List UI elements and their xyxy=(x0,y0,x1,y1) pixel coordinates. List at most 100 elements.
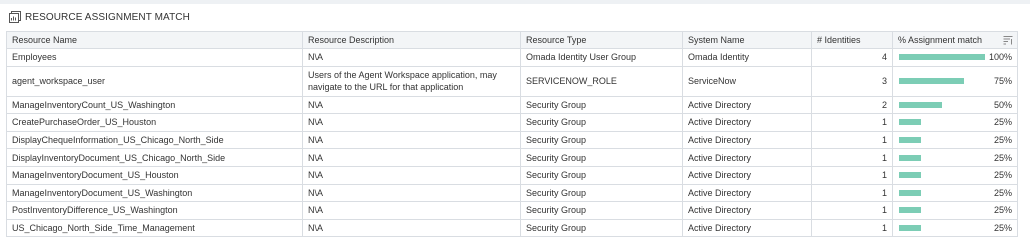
table-row[interactable]: ManageInventoryDocument_US_Houston N\A Sec… xyxy=(6,165,1018,185)
system-name-cell: Active Directory xyxy=(682,201,812,220)
system-name-cell: Active Directory xyxy=(682,165,812,185)
match-progress-bar xyxy=(899,172,985,179)
resource-name-cell: US_Chicago_North_Side_Time_Management xyxy=(6,218,303,238)
resource-name-cell: ManageInventoryDocument_US_Houston xyxy=(6,165,303,185)
report-icon xyxy=(9,11,21,23)
match-percent-label: 25% xyxy=(993,135,1012,146)
match-progress-fill xyxy=(899,137,921,144)
resource-description-cell: N\A xyxy=(302,201,521,220)
table-row[interactable]: ManageInventoryCount_US_Washington N\A Sec… xyxy=(6,95,1018,115)
resource-type-cell: Security Group xyxy=(520,113,683,132)
resource-description-cell: N\A xyxy=(302,218,521,238)
assignment-match-cell: 25% xyxy=(892,148,1018,167)
assignment-match-cell: 50% xyxy=(892,95,1018,115)
match-progress-bar xyxy=(899,78,985,85)
system-name-cell: Active Directory xyxy=(682,148,812,167)
match-percent-label: 75% xyxy=(993,76,1012,87)
resource-type-cell: Security Group xyxy=(520,201,683,220)
match-percent-label: 25% xyxy=(993,117,1012,128)
table-row[interactable]: CreatePurchaseOrder_US_Houston N\A Securit… xyxy=(6,113,1018,132)
resource-type-cell: Omada Identity User Group xyxy=(520,48,683,67)
identities-cell: 1 xyxy=(811,113,893,132)
table-row[interactable]: Employees N\A Omada Identity User Group Oma… xyxy=(6,48,1018,67)
match-percent-label: 50% xyxy=(993,99,1012,110)
resource-assignment-table: Resource Name Resource Description Resou… xyxy=(6,31,1018,238)
assignment-match-cell: 25% xyxy=(892,183,1018,203)
resource-name-cell: agent_workspace_user xyxy=(6,65,303,97)
system-name-cell: Active Directory xyxy=(682,130,812,150)
resource-name-cell: DisplayInventoryDocument_US_Chicago_Nort… xyxy=(6,148,303,167)
match-progress-fill xyxy=(899,54,985,61)
match-progress-fill xyxy=(899,101,942,108)
table-row[interactable]: DisplayInventoryDocument_US_Chicago_Nort… xyxy=(6,148,1018,167)
column-header-identities[interactable]: # Identities xyxy=(811,31,893,49)
resource-description-cell: Users of the Agent Workspace application… xyxy=(302,65,521,97)
resource-description-cell: N\A xyxy=(302,183,521,203)
system-name-cell: Active Directory xyxy=(682,183,812,203)
resource-description-cell: N\A xyxy=(302,113,521,132)
assignment-match-cell: 25% xyxy=(892,165,1018,185)
column-header-resource-description[interactable]: Resource Description xyxy=(302,31,521,49)
resource-name-cell: Employees xyxy=(6,48,303,67)
match-progress-bar xyxy=(899,119,985,126)
match-progress-fill xyxy=(899,189,921,196)
resource-description-cell: N\A xyxy=(302,48,521,67)
assignment-match-cell: 25% xyxy=(892,218,1018,238)
column-header-resource-name[interactable]: Resource Name xyxy=(6,31,303,49)
resource-name-cell: ManageInventoryCount_US_Washington xyxy=(6,95,303,115)
system-name-cell: ServiceNow xyxy=(682,65,812,97)
panel-title: RESOURCE ASSIGNMENT MATCH xyxy=(25,11,190,23)
table-row[interactable]: DisplayChequeInformation_US_Chicago_Nort… xyxy=(6,130,1018,150)
match-progress-fill xyxy=(899,172,921,179)
identities-cell: 1 xyxy=(811,148,893,167)
match-percent-label: 25% xyxy=(993,152,1012,163)
match-progress-fill xyxy=(899,225,921,232)
match-progress-bar xyxy=(899,189,985,196)
system-name-cell: Active Directory xyxy=(682,95,812,115)
match-progress-bar xyxy=(899,154,985,161)
sort-descending-icon[interactable] xyxy=(1003,35,1013,45)
table-row[interactable]: US_Chicago_North_Side_Time_Management N\A… xyxy=(6,218,1018,238)
assignment-match-cell: 25% xyxy=(892,201,1018,220)
identities-cell: 1 xyxy=(811,130,893,150)
match-progress-bar xyxy=(899,54,985,61)
column-header-assignment-match[interactable]: % Assignment match xyxy=(892,31,1018,49)
table-row[interactable]: ManageInventoryDocument_US_Washington N\A… xyxy=(6,183,1018,203)
match-progress-bar xyxy=(899,207,985,214)
match-progress-bar xyxy=(899,137,985,144)
assignment-match-cell: 100% xyxy=(892,48,1018,67)
resource-description-cell: N\A xyxy=(302,130,521,150)
identities-cell: 4 xyxy=(811,48,893,67)
table-row[interactable]: PostInventoryDifference_US_Washington N\A… xyxy=(6,201,1018,220)
resource-type-cell: Security Group xyxy=(520,183,683,203)
identities-cell: 3 xyxy=(811,65,893,97)
assignment-match-cell: 25% xyxy=(892,130,1018,150)
match-percent-label: 25% xyxy=(993,187,1012,198)
match-progress-fill xyxy=(899,154,921,161)
system-name-cell: Active Directory xyxy=(682,218,812,238)
resource-description-cell: N\A xyxy=(302,165,521,185)
column-header-assignment-match-label: % Assignment match xyxy=(898,35,983,45)
resource-type-cell: Security Group xyxy=(520,148,683,167)
match-progress-fill xyxy=(899,78,964,85)
identities-cell: 2 xyxy=(811,95,893,115)
match-percent-label: 100% xyxy=(988,52,1012,63)
resource-type-cell: Security Group xyxy=(520,165,683,185)
identities-cell: 1 xyxy=(811,201,893,220)
match-percent-label: 25% xyxy=(993,223,1012,234)
system-name-cell: Omada Identity xyxy=(682,48,812,67)
match-progress-fill xyxy=(899,119,921,126)
resource-type-cell: Security Group xyxy=(520,218,683,238)
column-header-system-name[interactable]: System Name xyxy=(682,31,812,49)
resource-description-cell: N\A xyxy=(302,95,521,115)
panel-header: RESOURCE ASSIGNMENT MATCH xyxy=(9,9,190,25)
column-header-resource-type[interactable]: Resource Type xyxy=(520,31,683,49)
match-percent-label: 25% xyxy=(993,170,1012,181)
resource-type-cell: Security Group xyxy=(520,130,683,150)
system-name-cell: Active Directory xyxy=(682,113,812,132)
resource-description-cell: N\A xyxy=(302,148,521,167)
top-strip xyxy=(0,0,1030,4)
match-progress-fill xyxy=(899,207,921,214)
table-row[interactable]: agent_workspace_user Users of the Agent W… xyxy=(6,65,1018,97)
assignment-match-cell: 75% xyxy=(892,65,1018,97)
